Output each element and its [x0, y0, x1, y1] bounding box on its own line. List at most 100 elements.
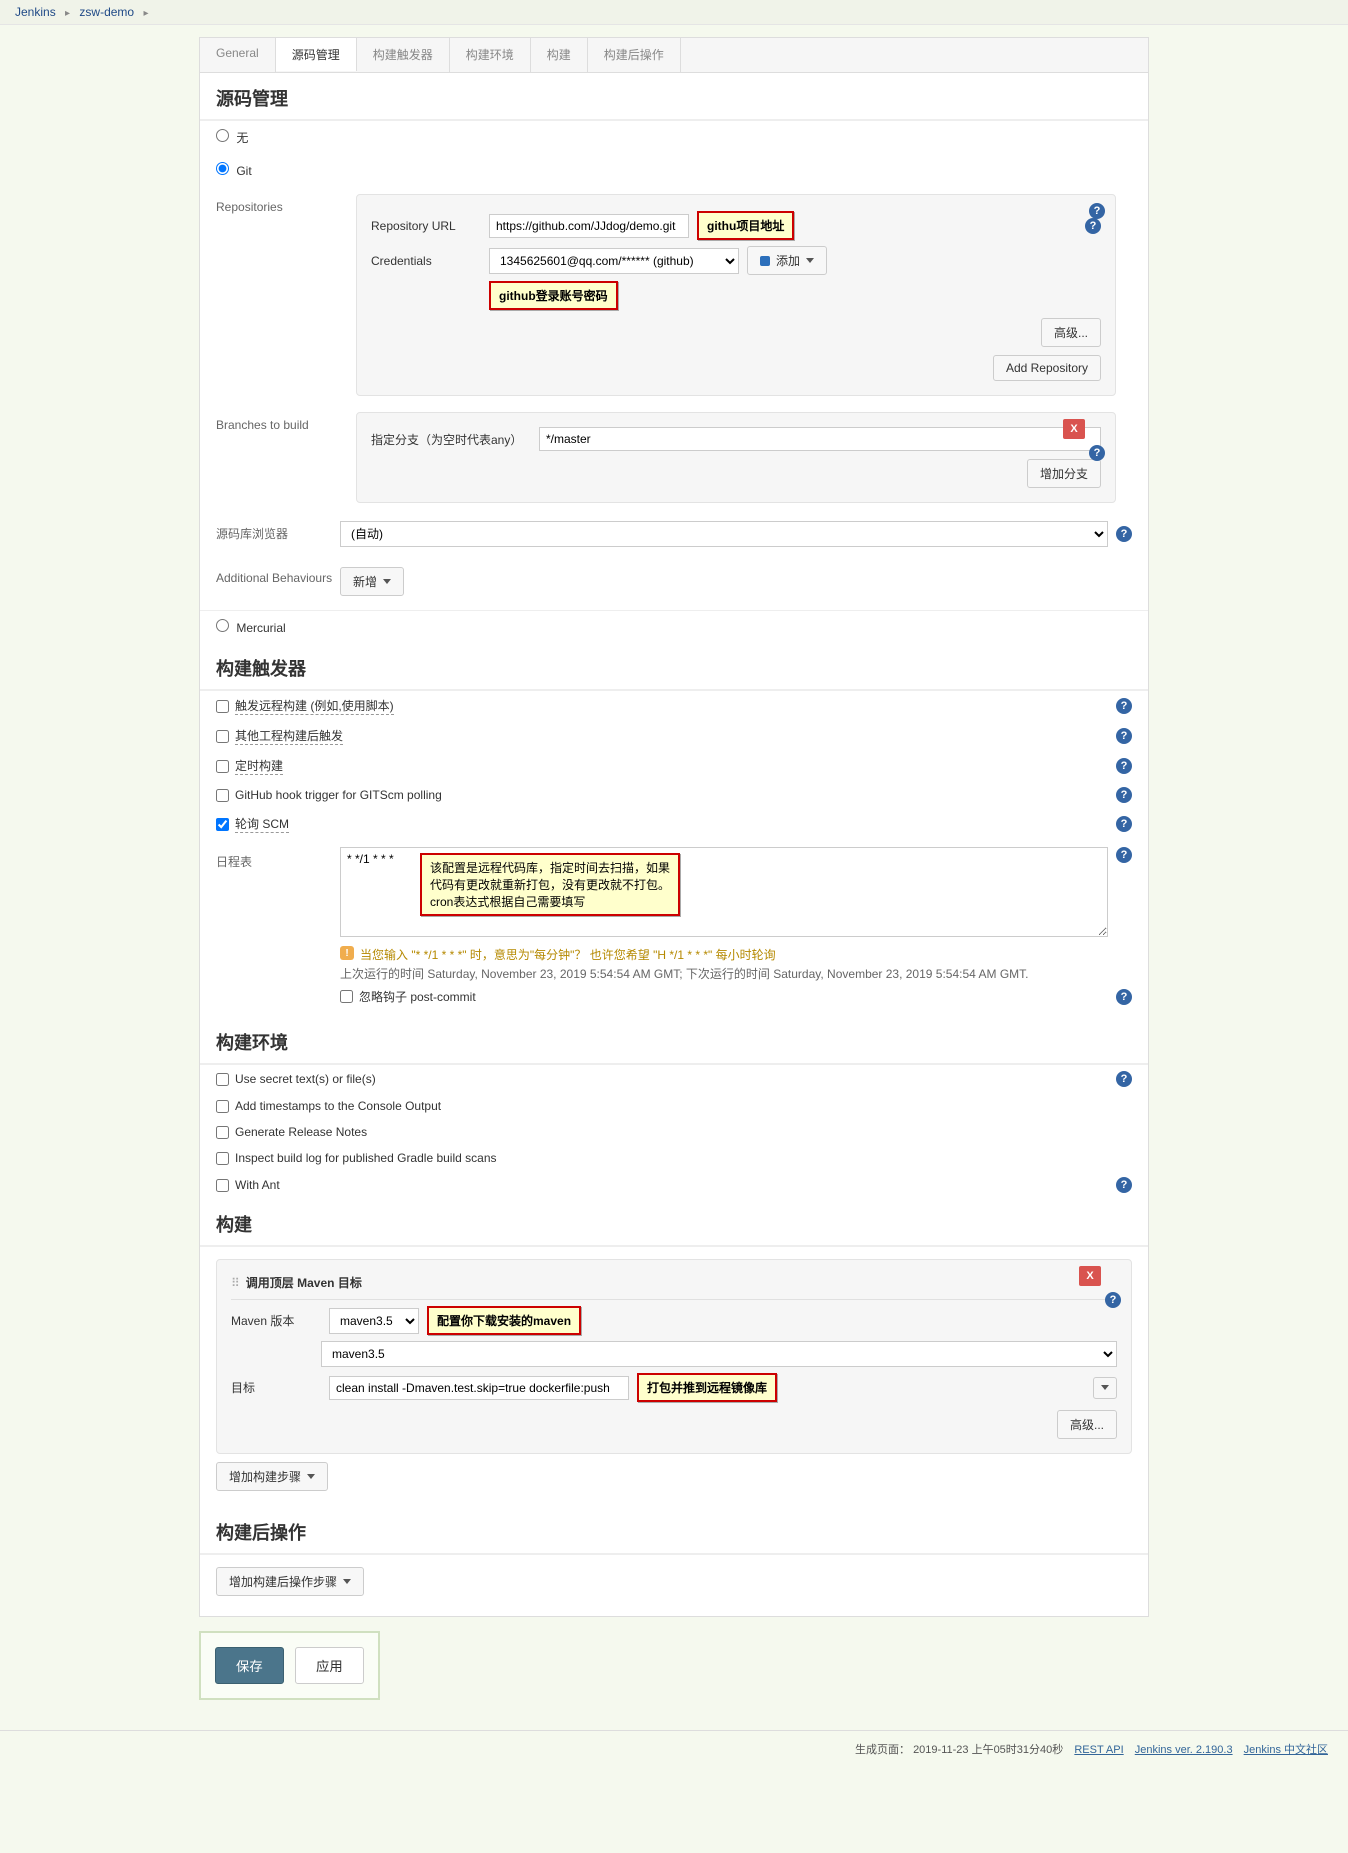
env-heading: 构建环境	[200, 1017, 1148, 1065]
goals-label: 目标	[231, 1379, 321, 1396]
help-icon[interactable]: ?	[1116, 989, 1132, 1005]
page-footer: 生成页面： 2019-11-23 上午05时31分40秒 REST API Je…	[0, 1730, 1348, 1767]
env-timestamps-checkbox[interactable]	[216, 1100, 229, 1113]
save-button[interactable]: 保存	[215, 1647, 284, 1684]
annotation-credentials: github登录账号密码	[489, 281, 618, 310]
footer-actions: 保存 应用	[199, 1631, 380, 1700]
ignore-hook-checkbox[interactable]	[340, 990, 353, 1003]
help-icon[interactable]: ?	[1116, 1177, 1132, 1193]
tab-general[interactable]: General	[200, 38, 276, 72]
breadcrumb-root[interactable]: Jenkins	[15, 5, 56, 19]
footer-rest-api-link[interactable]: REST API	[1074, 1744, 1123, 1756]
tab-scm[interactable]: 源码管理	[276, 37, 357, 71]
footer-community-link[interactable]: Jenkins 中文社区	[1244, 1744, 1328, 1756]
help-icon[interactable]: ?	[1116, 698, 1132, 714]
delete-branch-button[interactable]: X	[1063, 419, 1085, 439]
scm-none-label: 无	[236, 131, 248, 145]
repositories-label: Repositories	[200, 186, 340, 224]
trigger-githubhook-checkbox[interactable]	[216, 789, 229, 802]
add-post-step-button[interactable]: 增加构建后操作步骤	[216, 1567, 364, 1596]
repository-block: ? Repository URL githu项目地址 ? Credentials…	[356, 194, 1116, 396]
maven-version-select[interactable]: maven3.5	[329, 1308, 419, 1334]
scm-heading: 源码管理	[200, 73, 1148, 121]
add-branch-button[interactable]: 增加分支	[1027, 459, 1101, 488]
browser-label: 源码库浏览器	[200, 511, 340, 552]
env-gradle-checkbox[interactable]	[216, 1152, 229, 1165]
chevron-down-icon	[1101, 1385, 1109, 1390]
help-icon[interactable]: ?	[1116, 526, 1132, 542]
trigger-remote-checkbox[interactable]	[216, 700, 229, 713]
env-withant-checkbox[interactable]	[216, 1179, 229, 1192]
build-heading: 构建	[200, 1199, 1148, 1247]
env-secret-label: Use secret text(s) or file(s)	[235, 1072, 376, 1086]
annotation-maven: 配置你下载安装的maven	[427, 1306, 581, 1335]
help-icon[interactable]: ?	[1116, 816, 1132, 832]
env-secret-checkbox[interactable]	[216, 1073, 229, 1086]
trigger-pollscm-label: 轮询 SCM	[235, 815, 289, 833]
help-icon[interactable]: ?	[1116, 847, 1132, 863]
apply-button[interactable]: 应用	[295, 1647, 364, 1684]
tab-build[interactable]: 构建	[531, 38, 588, 72]
help-icon[interactable]: ?	[1089, 445, 1105, 461]
ignore-hook-label: 忽略钩子 post-commit	[359, 988, 476, 1005]
trigger-timer-label: 定时构建	[235, 757, 283, 775]
env-release-checkbox[interactable]	[216, 1126, 229, 1139]
schedule-warning: 当您输入 "* */1 * * *" 时，意思为"每分钟"？ 也许您希望 "H …	[360, 946, 776, 963]
behaviours-label: Additional Behaviours	[200, 557, 340, 595]
branch-spec-label: 指定分支（为空时代表any）	[371, 431, 531, 448]
scm-mercurial-label: Mercurial	[236, 621, 285, 635]
config-tabs: General 源码管理 构建触发器 构建环境 构建 构建后操作	[199, 37, 1149, 72]
maven-version-select-wide[interactable]: maven3.5	[321, 1341, 1117, 1367]
repo-url-input[interactable]	[489, 214, 689, 238]
repo-advanced-button[interactable]: 高级...	[1041, 318, 1101, 347]
help-icon[interactable]: ?	[1116, 1071, 1132, 1087]
add-behaviour-button[interactable]: 新增	[340, 567, 404, 596]
tab-post[interactable]: 构建后操作	[588, 38, 681, 72]
tab-triggers[interactable]: 构建触发器	[357, 38, 450, 72]
add-credentials-button[interactable]: 添加	[747, 246, 827, 275]
chevron-right-icon: ▸	[143, 8, 148, 19]
scm-mercurial-radio[interactable]	[216, 619, 229, 632]
key-icon	[760, 256, 770, 266]
build-advanced-button[interactable]: 高级...	[1057, 1410, 1117, 1439]
maven-version-label: Maven 版本	[231, 1312, 321, 1329]
breadcrumb-job[interactable]: zsw-demo	[79, 5, 134, 19]
trigger-upstream-label: 其他工程构建后触发	[235, 727, 343, 745]
scm-git-label: Git	[236, 164, 251, 178]
chevron-down-icon	[307, 1474, 315, 1479]
add-build-step-button[interactable]: 增加构建步骤	[216, 1462, 328, 1491]
branch-spec-input[interactable]	[539, 427, 1101, 451]
trigger-timer-checkbox[interactable]	[216, 760, 229, 773]
annotation-repo-url: githu项目地址	[697, 211, 794, 240]
env-gradle-label: Inspect build log for published Gradle b…	[235, 1151, 497, 1165]
credentials-label: Credentials	[371, 254, 481, 268]
branches-block: X ? 指定分支（为空时代表any） 增加分支	[356, 412, 1116, 503]
credentials-select[interactable]: 1345625601@qq.com/****** (github)	[489, 248, 739, 274]
chevron-down-icon	[806, 258, 814, 263]
goals-input[interactable]	[329, 1376, 629, 1400]
help-icon[interactable]: ?	[1105, 1292, 1121, 1308]
chevron-right-icon: ▸	[65, 8, 70, 19]
help-icon[interactable]: ?	[1116, 787, 1132, 803]
expand-goals-button[interactable]	[1093, 1377, 1117, 1399]
add-repository-button[interactable]: Add Repository	[993, 355, 1101, 381]
delete-step-button[interactable]: X	[1079, 1266, 1101, 1286]
scm-none-radio[interactable]	[216, 129, 229, 142]
tab-env[interactable]: 构建环境	[450, 38, 531, 72]
scm-browser-select[interactable]: (自动)	[340, 521, 1108, 547]
help-icon[interactable]: ?	[1085, 218, 1101, 234]
footer-timestamp: 2019-11-23 上午05时31分40秒	[913, 1744, 1063, 1756]
help-icon[interactable]: ?	[1116, 728, 1132, 744]
branches-label: Branches to build	[200, 404, 340, 442]
post-heading: 构建后操作	[200, 1507, 1148, 1555]
scm-git-radio[interactable]	[216, 162, 229, 175]
help-icon[interactable]: ?	[1089, 203, 1105, 219]
breadcrumb: Jenkins ▸ zsw-demo ▸	[0, 0, 1348, 25]
help-icon[interactable]: ?	[1116, 758, 1132, 774]
trigger-upstream-checkbox[interactable]	[216, 730, 229, 743]
add-post-step-label: 增加构建后操作步骤	[229, 1573, 337, 1590]
drag-handle-icon[interactable]: ⠿	[231, 1276, 240, 1290]
footer-version-link[interactable]: Jenkins ver. 2.190.3	[1135, 1744, 1233, 1756]
trigger-pollscm-checkbox[interactable]	[216, 818, 229, 831]
trigger-githubhook-label: GitHub hook trigger for GITScm polling	[235, 788, 442, 802]
